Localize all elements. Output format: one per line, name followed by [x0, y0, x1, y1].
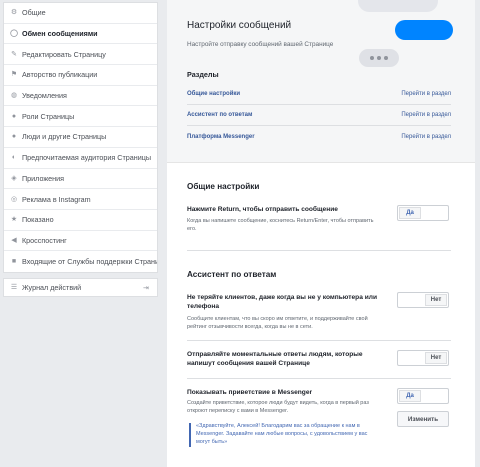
instagram-icon: ◎: [10, 195, 18, 203]
go-to-section-link[interactable]: Перейти в раздел: [401, 91, 451, 97]
flag-icon: ⚑: [10, 71, 18, 79]
away-message-title: Не теряйте клиентов, даже когда вы не у …: [187, 294, 377, 310]
sidebar-item-label: Реклама в Instagram: [22, 194, 91, 204]
sidebar-item-edit-page[interactable]: ✎ Редактировать Страницу: [4, 44, 157, 66]
section-name[interactable]: Общие настройки: [187, 91, 240, 97]
sidebar-item-crossposting[interactable]: ◀ Кросспостинг: [4, 231, 157, 252]
messenger-greeting-toggle[interactable]: Да: [397, 388, 449, 404]
typing-indicator-illustration: [359, 49, 399, 67]
divider: [187, 378, 451, 379]
chat-bubble-illustration: [358, 0, 438, 12]
page-subtitle: Настройте отправку сообщений вашей Стран…: [187, 41, 334, 48]
messaging-settings-panel: Настройки сообщений Настройте отправку с…: [167, 0, 475, 467]
sidebar-item-label: Журнал действий: [22, 283, 82, 292]
sidebar-item-label: Показано: [22, 215, 54, 225]
section-row: Платформа Messenger Перейти в раздел: [187, 126, 451, 147]
export-icon[interactable]: ⇥: [143, 284, 152, 292]
toggle-label: Нет: [425, 352, 447, 364]
sidebar-item-label: Предпочитаемая аудитория Страницы: [22, 153, 152, 163]
away-message-description: Сообщите клиентам, что вы скоро им ответ…: [187, 316, 368, 330]
sidebar-item-label: Роли Страницы: [22, 111, 75, 121]
globe-icon: ◍: [10, 92, 18, 100]
sidebar-item-label: Приложения: [22, 173, 65, 183]
page-title: Настройки сообщений: [187, 20, 292, 31]
toggle-label: Да: [399, 207, 421, 219]
chat-bubble-illustration: [395, 20, 453, 40]
divider: [187, 250, 451, 251]
sidebar-item-apps[interactable]: ◈ Приложения: [4, 169, 157, 190]
greeting-preview: «Здравствуйте, Алексей! Благодарим вас з…: [189, 423, 379, 447]
people-icon: ●: [11, 133, 17, 141]
sidebar-item-label: Уведомления: [22, 91, 67, 101]
sidebar-item-label: Авторство публикации: [22, 70, 98, 80]
sidebar-item-page-roles[interactable]: ● Роли Страницы: [4, 106, 157, 128]
go-to-section-link[interactable]: Перейти в раздел: [401, 112, 451, 118]
sidebar-item-support-inbox[interactable]: ■ Входящие от Службы поддержки Страни: [4, 251, 157, 272]
sidebar-item-label: Обмен сообщениями: [22, 29, 98, 39]
return-to-send-toggle[interactable]: Да: [397, 205, 449, 221]
sidebar-item-notifications[interactable]: ◍ Уведомления: [4, 86, 157, 107]
sidebar-item-messaging[interactable]: ◯ Обмен сообщениями: [4, 24, 157, 45]
instant-reply-toggle[interactable]: Нет: [397, 350, 449, 366]
return-to-send-title: Нажмите Return, чтобы отправить сообщени…: [187, 206, 338, 213]
sidebar-item-featured[interactable]: ★ Показано: [4, 210, 157, 231]
toggle-label: Нет: [425, 294, 447, 306]
settings-sidebar: ⚙ Общие ◯ Обмен сообщениями ✎ Редактиров…: [3, 2, 158, 273]
section-name[interactable]: Платформа Messenger: [187, 134, 255, 140]
go-to-section-link[interactable]: Перейти в раздел: [401, 134, 451, 140]
sidebar-item-label: Входящие от Службы поддержки Страни: [22, 257, 157, 267]
sidebar-item-instagram-ads[interactable]: ◎ Реклама в Instagram: [4, 189, 157, 210]
sidebar-item-post-attribution[interactable]: ⚑ Авторство публикации: [4, 65, 157, 86]
list-icon: ☰: [10, 284, 18, 291]
hero-header: Настройки сообщений Настройте отправку с…: [167, 0, 475, 163]
section-name[interactable]: Ассистент по ответам: [187, 112, 252, 118]
edit-greeting-button[interactable]: Изменить: [397, 411, 449, 427]
toggle-label: Да: [399, 390, 421, 402]
sidebar-item-people-and-pages[interactable]: ● Люди и другие Страницы: [4, 127, 157, 148]
person-icon: ●: [11, 112, 17, 120]
sidebar-item-label: Редактировать Страницу: [22, 49, 106, 59]
section-row: Ассистент по ответам Перейти в раздел: [187, 105, 451, 126]
sidebar-item-general[interactable]: ⚙ Общие: [4, 3, 157, 24]
crosspost-icon: ◀: [11, 236, 17, 244]
messenger-greeting-title: Показывать приветствие в Messenger: [187, 389, 313, 396]
gear-icon: ⚙: [10, 9, 18, 17]
sidebar-item-label: Кросспостинг: [22, 235, 67, 245]
sidebar-item-label: Люди и другие Страницы: [22, 132, 107, 142]
apps-icon: ◈: [11, 174, 17, 182]
sidebar-item-preferred-audience[interactable]: ◐ Предпочитаемая аудитория Страницы: [4, 148, 157, 169]
pencil-icon: ✎: [11, 50, 17, 58]
star-icon: ★: [10, 216, 18, 224]
sidebar-item-activity-log[interactable]: ☰ Журнал действий ⇥: [3, 278, 158, 297]
section-row: Общие настройки Перейти в раздел: [187, 84, 451, 105]
sections-heading: Разделы: [187, 70, 219, 79]
return-to-send-description: Когда вы напишете сообщение, коснитесь R…: [187, 218, 374, 232]
away-message-toggle[interactable]: Нет: [397, 292, 449, 308]
messenger-greeting-description: Создайте приветствие, которое люди будут…: [187, 400, 369, 414]
messenger-icon: ◯: [10, 30, 18, 38]
instant-reply-title: Отправляйте моментальные ответы людям, к…: [187, 351, 363, 367]
response-assistant-heading: Ассистент по ответам: [187, 270, 277, 279]
audience-icon: ◐: [11, 154, 17, 162]
sidebar-item-label: Общие: [22, 8, 46, 18]
general-settings-heading: Общие настройки: [187, 182, 260, 191]
divider: [187, 340, 451, 341]
support-inbox-icon: ■: [11, 258, 17, 266]
